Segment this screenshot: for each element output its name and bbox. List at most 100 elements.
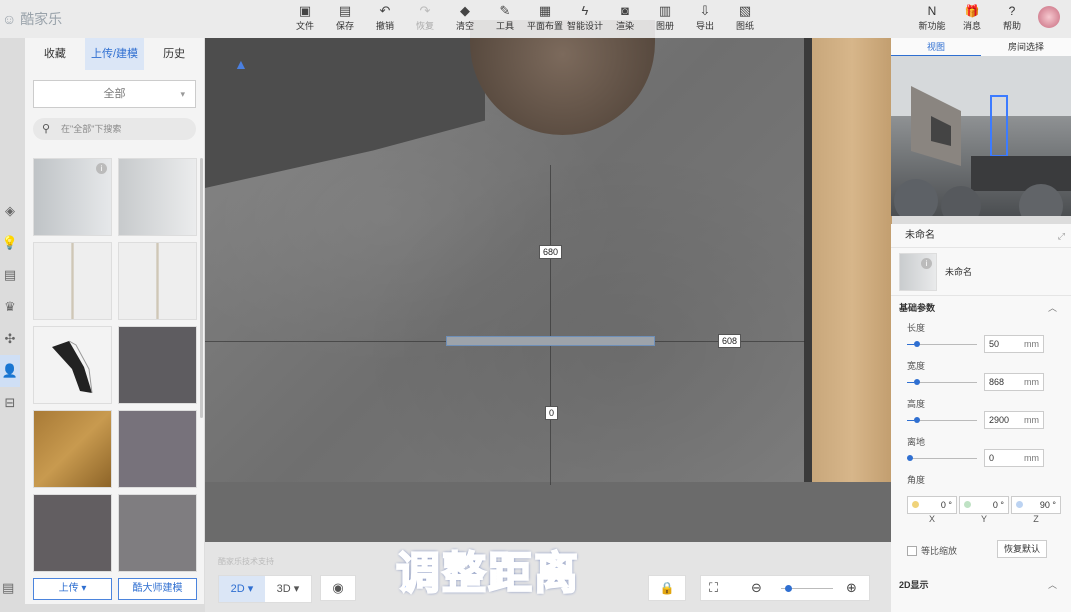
model-thumb[interactable]: i — [33, 158, 112, 236]
furniture-icon[interactable]: ▤ — [0, 259, 20, 291]
tab-history[interactable]: 历史 — [144, 38, 204, 70]
zoom-bar: ⛶ ⊖ ⊕ — [700, 575, 870, 601]
scrollbar[interactable] — [200, 158, 203, 418]
param-slider[interactable] — [907, 341, 977, 347]
zoom-in-icon[interactable]: ⊕ — [846, 576, 857, 600]
vehicle-icon[interactable]: ⊟ — [0, 387, 20, 419]
toolbar-redo-button[interactable]: ↷ 恢复 — [405, 3, 445, 35]
3d-preview[interactable] — [891, 56, 1071, 216]
model-thumb[interactable] — [33, 410, 112, 488]
dimension-bottom[interactable]: 0 — [545, 406, 559, 420]
model-thumb[interactable] — [33, 494, 112, 572]
dimension-top[interactable]: 680 — [539, 245, 563, 259]
toolbar-export-button[interactable]: ⇩ 导出 — [685, 3, 725, 35]
toolbar-layout-button[interactable]: ▦ 平面布置 — [525, 3, 565, 35]
param-slider[interactable] — [907, 379, 977, 385]
toolbar-file-button[interactable]: ▣ 文件 — [285, 3, 325, 35]
compass-icon[interactable]: ▲ — [234, 56, 248, 74]
param-input[interactable]: 50 mm — [984, 335, 1044, 353]
reset-default-button[interactable]: 恢复默认 — [997, 540, 1047, 558]
model-thumb[interactable] — [118, 242, 197, 320]
search-placeholder: 在"全部"下搜索 — [61, 124, 122, 134]
param-label: 高度 — [907, 399, 926, 409]
toolbar-album-button[interactable]: ▥ 图册 — [645, 3, 685, 35]
layers-icon[interactable]: ▤ — [2, 580, 14, 596]
toolbar-blueprint-button[interactable]: ▧ 图纸 — [725, 3, 765, 35]
search-icon: ⚲ — [42, 123, 51, 135]
structure-icon[interactable]: ✣ — [0, 323, 20, 355]
param-input[interactable]: 868 mm — [984, 373, 1044, 391]
toolbar-render-button[interactable]: ◙ 渲染 — [605, 3, 645, 35]
angle-z-input[interactable]: 90 ° — [1011, 496, 1061, 514]
param-input[interactable]: 2900 mm — [984, 411, 1044, 429]
search-input[interactable]: ⚲ 在"全部"下搜索 — [33, 118, 196, 140]
slider-knob[interactable] — [914, 341, 920, 347]
app-logo[interactable]: ☺ 酷家乐 — [2, 9, 62, 29]
toolbar-eraser-button[interactable]: ◆ 清空 — [445, 3, 485, 35]
angle-y-input[interactable]: 0 ° — [959, 496, 1009, 514]
model-thumb[interactable] — [118, 158, 197, 236]
angle-x-input[interactable]: 0 ° — [907, 496, 957, 514]
zoom-knob[interactable] — [785, 585, 792, 592]
top-toolbar: ☺ 酷家乐 ▣ 文件 ▤ 保存 ↶ 撤销 ↷ 恢复 ◆ 清空 ✎ 工具 ▦ 平面布置 ϟ 智能设计 ◙ 渲染 ▥ 图册… — [0, 0, 1071, 38]
model-library-icon[interactable]: ◈ — [0, 195, 20, 227]
param-slider[interactable] — [907, 455, 977, 461]
toolbar-wrench-button[interactable]: ✎ 工具 — [485, 3, 525, 35]
slider-fill — [907, 344, 914, 345]
model-thumb[interactable] — [118, 326, 197, 404]
toolbar-label: 保存 — [335, 21, 354, 31]
model-thumb[interactable] — [33, 242, 112, 320]
model-thumb[interactable] — [118, 494, 197, 572]
toolbar-undo-button[interactable]: ↶ 撤销 — [365, 3, 405, 35]
zoom-out-icon[interactable]: ⊖ — [751, 576, 762, 600]
category-select[interactable]: 全部 ▾ — [33, 80, 196, 108]
left-icon-bar: ◈ 💡 ▤ ♛ ✣ 👤 ⊟ — [0, 195, 20, 425]
mode-3d[interactable]: 3D ▾ — [265, 576, 311, 602]
wall-edge — [804, 38, 812, 482]
dimension-right[interactable]: 608 — [718, 334, 742, 348]
info-icon[interactable]: i — [96, 163, 107, 174]
slider-fill — [907, 382, 914, 383]
modeling-button[interactable]: 酷大师建模 — [118, 578, 197, 600]
param-slider[interactable] — [907, 417, 977, 423]
proportional-scale-checkbox[interactable]: 等比缩放 — [907, 544, 957, 557]
gift-button[interactable]: 🎁 消息 — [952, 3, 992, 32]
mode-2d[interactable]: 2D ▾ — [219, 576, 265, 602]
toolbar-label: 清空 — [455, 21, 474, 31]
category-value: 全部 — [103, 88, 126, 100]
crown-icon[interactable]: ♛ — [0, 291, 20, 323]
user-model-icon[interactable]: 👤 — [0, 355, 20, 387]
eye-icon[interactable]: ◉ — [320, 575, 356, 601]
tab-room-select[interactable]: 房间选择 — [981, 38, 1071, 56]
chevron-up-icon[interactable]: ︿ — [1048, 578, 1057, 591]
toolbar-label: 平面布置 — [526, 21, 563, 31]
new-feature-icon: N — [927, 4, 937, 18]
slider-fill — [907, 420, 914, 421]
chevron-up-icon[interactable]: ︿ — [1048, 296, 1057, 320]
info-icon[interactable]: i — [921, 257, 932, 269]
tab-upload-model[interactable]: 上传/建模 — [84, 38, 145, 70]
fit-screen-icon[interactable]: ⛶ — [709, 576, 718, 600]
left-panel: 收藏 上传/建模 历史 全部 ▾ ⚲ 在"全部"下搜索 i 上传 ▾ 酷大师建模 — [25, 38, 205, 604]
toolbar-save-button[interactable]: ▤ 保存 — [325, 3, 365, 35]
slider-knob[interactable] — [907, 455, 913, 461]
expand-icon[interactable]: ⤢ — [1058, 224, 1065, 248]
tab-favorites[interactable]: 收藏 — [25, 38, 85, 70]
slider-knob[interactable] — [914, 417, 920, 423]
upload-button[interactable]: 上传 ▾ — [33, 578, 112, 600]
slider-knob[interactable] — [914, 379, 920, 385]
model-grid: i — [33, 158, 198, 572]
avatar[interactable] — [1038, 6, 1060, 28]
model-thumb[interactable] — [118, 410, 197, 488]
gift-icon: 🎁 — [964, 4, 980, 18]
toolbar-lightning-button[interactable]: ϟ 智能设计 — [565, 3, 605, 35]
tab-view[interactable]: 视图 — [891, 38, 981, 56]
model-thumb-stair[interactable] — [33, 326, 112, 404]
lock-icon[interactable]: 🔒 — [648, 575, 686, 601]
help-button[interactable]: ? 帮助 — [992, 3, 1032, 32]
selected-shelf[interactable] — [446, 336, 655, 346]
new-feature-button[interactable]: N 新功能 — [912, 3, 952, 32]
param-input[interactable]: 0 mm — [984, 449, 1044, 467]
param-row: 宽度 868 mm — [891, 358, 1071, 396]
lighting-icon[interactable]: 💡 — [0, 227, 20, 259]
